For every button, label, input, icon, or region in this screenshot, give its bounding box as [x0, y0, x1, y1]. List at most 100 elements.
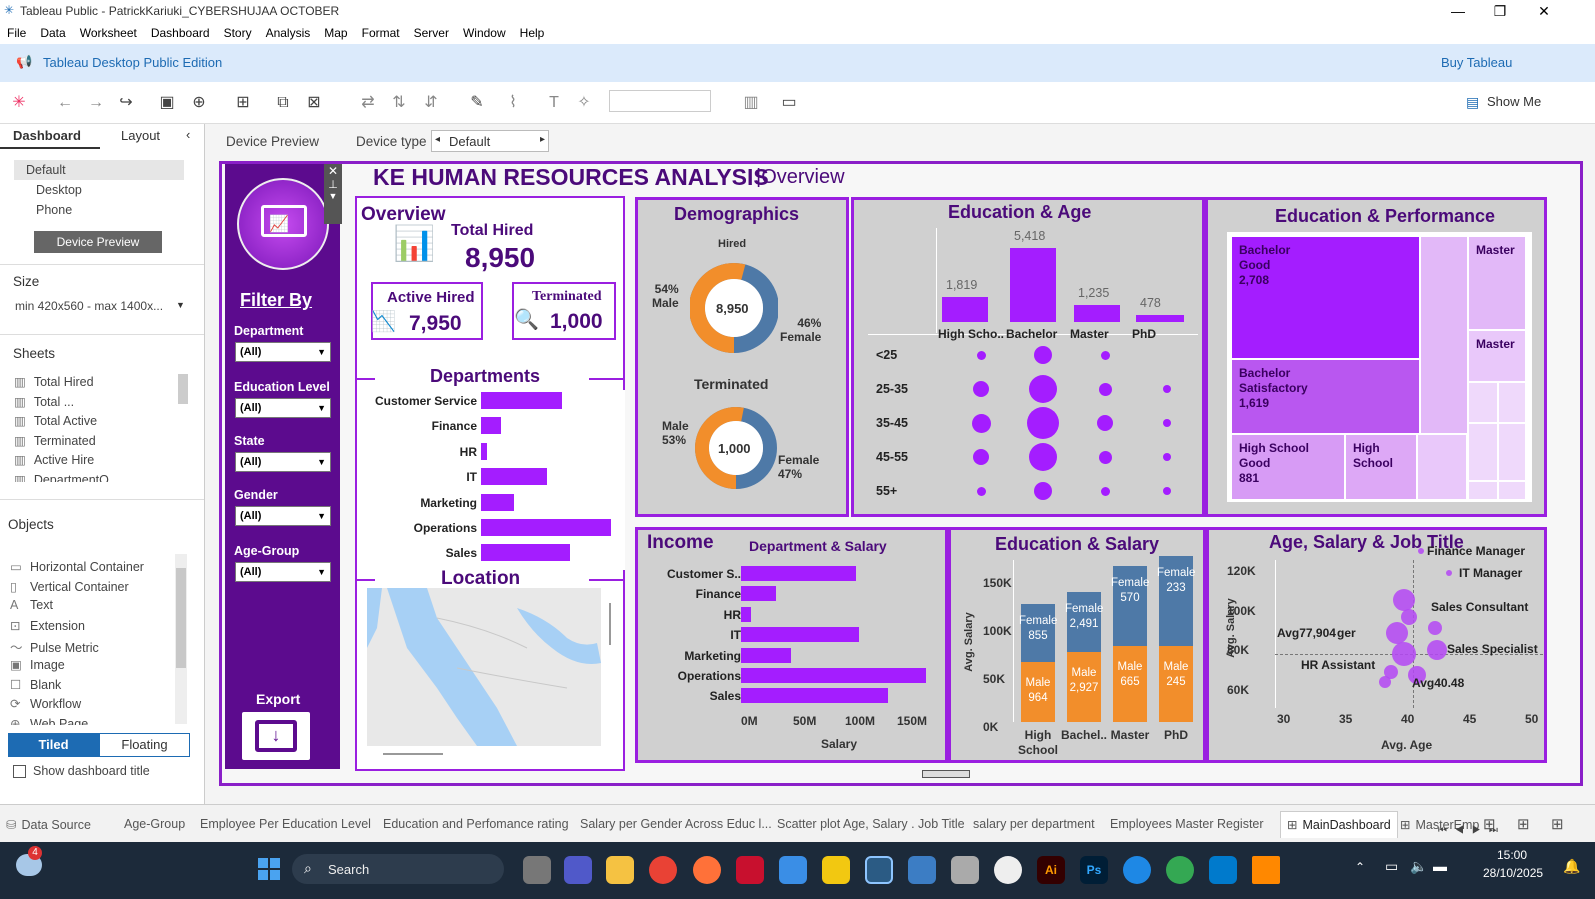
close-button[interactable]: ✕ [1522, 0, 1566, 22]
vscode-icon[interactable] [1209, 856, 1237, 884]
size-select[interactable]: min 420x560 - max 1400x... [15, 299, 163, 313]
income-bar[interactable] [741, 566, 856, 581]
tab-navigation[interactable]: ⏮◀▶⏭ [1438, 825, 1506, 836]
education-bar[interactable] [1136, 315, 1184, 322]
sheet-tab[interactable]: Salary per Gender Across Educ l... [580, 817, 772, 831]
chrome-2-icon[interactable] [1166, 856, 1194, 884]
database-icon[interactable] [951, 856, 979, 884]
chevron-up-icon[interactable]: ⌃ [1355, 860, 1365, 874]
chrome-icon[interactable] [649, 856, 677, 884]
scatter-bubble[interactable] [1392, 642, 1416, 666]
filter-dropdown[interactable]: (All) [235, 398, 331, 418]
treemap-cell-bachelor-good[interactable]: Bachelor Good 2,708 [1232, 237, 1419, 358]
scatter-bubble[interactable] [1379, 676, 1391, 688]
education-bar[interactable] [1074, 305, 1120, 322]
menu-server[interactable]: Server [407, 22, 456, 44]
object-item[interactable]: A Text [10, 598, 175, 618]
scatter-bubble[interactable] [1427, 640, 1447, 660]
sort-asc-icon[interactable]: ⇅ [388, 92, 410, 114]
department-bar[interactable] [481, 519, 612, 536]
menu-map[interactable]: Map [317, 22, 354, 44]
object-item[interactable]: ⊡ Extension [10, 618, 175, 638]
location-map[interactable] [367, 588, 601, 746]
age-education-bubble[interactable] [1034, 482, 1052, 500]
scatter-bubble[interactable] [1393, 589, 1415, 611]
object-item[interactable]: ⊕ Web Page [10, 716, 175, 725]
edge-icon[interactable] [1123, 856, 1151, 884]
scatter-chart[interactable]: 120K 100K 80K 60K 30 35 40 45 50 Finance Manager I… [1209, 530, 1550, 766]
age-education-bubble[interactable] [1163, 385, 1171, 393]
income-chart[interactable]: Customer S.. Finance HR IT Marketing Operatio… [638, 530, 951, 766]
age-education-bubble[interactable] [1098, 450, 1112, 464]
duplicate-icon[interactable]: ⧉ [272, 92, 294, 114]
treemap-cell-master-satisfactory[interactable]: Master [1469, 331, 1525, 381]
income-bar[interactable] [741, 668, 926, 683]
scatter-bubble[interactable] [1446, 570, 1452, 576]
departments-chart[interactable]: Customer Service Finance HR IT Marketing Oper… [357, 390, 625, 570]
sheet-item[interactable]: ▥ Total Active [14, 413, 189, 433]
task-view-icon[interactable] [523, 856, 551, 884]
presentation-icon[interactable]: ▭ [778, 92, 800, 114]
income-bar[interactable] [741, 627, 859, 643]
show-title-checkbox[interactable] [13, 765, 26, 778]
object-item[interactable]: ⟳ Workflow [10, 696, 175, 716]
sheet-tab[interactable]: salary per department [973, 817, 1095, 831]
sheet-tab[interactable]: Education and Perfomance rating [383, 817, 569, 831]
volume-icon[interactable]: 🔈 [1410, 858, 1427, 875]
undo-icon[interactable]: ← [54, 92, 76, 114]
filter-dropdown[interactable]: (All) [235, 506, 331, 526]
tab-layout[interactable]: Layout [121, 128, 160, 143]
filter-dropdown[interactable]: (All) [235, 342, 331, 362]
treemap[interactable]: Bachelor Good 2,708 Bachelor Satisfactory 1,… [1227, 232, 1532, 502]
age-education-bubble[interactable] [1029, 375, 1057, 403]
file-explorer-icon[interactable] [606, 856, 634, 884]
tableau-taskbar-icon[interactable] [865, 856, 893, 884]
scatter-bubble[interactable] [1401, 609, 1417, 625]
minimize-button[interactable]: — [1436, 0, 1480, 22]
age-education-bubble[interactable] [1163, 487, 1171, 495]
powerbi-icon[interactable] [822, 856, 850, 884]
menu-help[interactable]: Help [513, 22, 552, 44]
income-bar[interactable] [741, 586, 776, 602]
department-bar[interactable] [481, 442, 488, 460]
menu-dashboard[interactable]: Dashboard [144, 22, 217, 44]
menu-file[interactable]: File [0, 22, 33, 44]
filter-dropdown[interactable]: (All) [235, 452, 331, 472]
label-icon[interactable]: T [543, 92, 565, 114]
resize-handle[interactable] [922, 770, 970, 778]
treemap-cell-bachelor-satisfactory[interactable]: Bachelor Satisfactory 1,619 [1232, 360, 1419, 433]
age-education-bubble[interactable] [1100, 350, 1110, 360]
photoshop-icon[interactable]: Ps [1080, 856, 1108, 884]
highlight-icon[interactable]: ✎ [466, 92, 488, 114]
search-box[interactable]: ⌕ Search [292, 854, 504, 884]
export-button[interactable]: ↓ [242, 712, 310, 760]
swap-icon[interactable]: ⇄ [357, 92, 379, 114]
show-cards-icon[interactable]: ▥ [740, 92, 762, 114]
scatter-bubble[interactable] [1418, 548, 1424, 554]
age-education-bubble[interactable] [1034, 346, 1052, 364]
menu-worksheet[interactable]: Worksheet [73, 22, 144, 44]
education-bar[interactable] [1010, 248, 1056, 322]
teams-icon[interactable] [564, 856, 592, 884]
device-desktop[interactable]: Desktop [36, 183, 82, 197]
group-icon[interactable]: ⌇ [502, 92, 524, 114]
menu-window[interactable]: Window [456, 22, 513, 44]
scatter-bubble[interactable] [1428, 621, 1442, 635]
sort-desc-icon[interactable]: ⇵ [420, 92, 442, 114]
windows-start-icon[interactable] [258, 858, 280, 880]
clear-icon[interactable]: ⊠ [303, 92, 325, 114]
illustrator-icon[interactable]: Ai [1037, 856, 1065, 884]
notification-bell-icon[interactable]: 🔔 [1563, 858, 1580, 875]
age-education-bubble[interactable] [1097, 415, 1113, 431]
replay-icon[interactable]: ↪ [115, 92, 137, 114]
education-bar[interactable] [942, 297, 988, 322]
device-type-select[interactable]: ◂ Default ▸ [431, 130, 549, 152]
scatter-bubble[interactable] [1386, 622, 1408, 644]
objects-scrollbar[interactable] [175, 554, 187, 724]
education-salary-chart[interactable]: 150K 100K 50K 0K Female 855 Male 964 High Scho… [951, 530, 1209, 766]
age-education-bubble[interactable] [1098, 382, 1112, 396]
vlc-icon[interactable] [1252, 856, 1280, 884]
treemap-cell-highschool[interactable]: High School [1346, 435, 1416, 499]
age-education-bubble[interactable] [1100, 486, 1110, 496]
tableau-home-icon[interactable]: ✳ [8, 92, 30, 114]
